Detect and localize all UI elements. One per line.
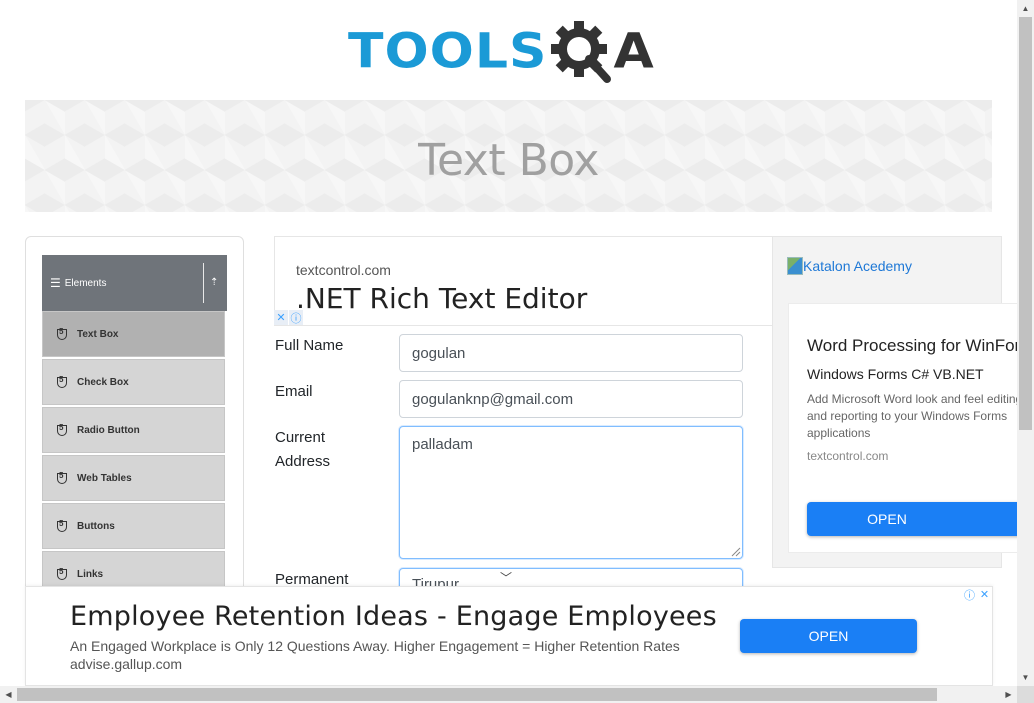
ad-card-open-button[interactable]: OPEN bbox=[807, 502, 1034, 536]
sidebar-item-check-box[interactable]: Check Box bbox=[42, 359, 225, 405]
html5-icon bbox=[57, 567, 67, 580]
vertical-scrollbar[interactable]: ▲ ▼ bbox=[1017, 0, 1034, 686]
sidebar-item-buttons[interactable]: Buttons bbox=[42, 503, 225, 549]
html5-icon bbox=[57, 375, 67, 388]
info-icon[interactable]: ⓘ bbox=[962, 587, 977, 602]
ad-card-desc-line: Add Microsoft Word look and feel editing bbox=[807, 392, 1023, 406]
ad-card-domain: textcontrol.com bbox=[807, 449, 889, 463]
divider bbox=[203, 263, 204, 303]
chevron-down-icon[interactable]: ﹀ bbox=[500, 569, 512, 586]
katalon-ad-link[interactable]: Katalon Acedemy bbox=[787, 257, 912, 275]
html5-icon bbox=[57, 423, 67, 436]
page-title: Text Box bbox=[418, 134, 599, 186]
sidebar-group-elements[interactable]: ☰ Elements ⇡ bbox=[42, 255, 227, 311]
info-icon[interactable]: ⓘ bbox=[289, 310, 304, 325]
ad-title[interactable]: .NET Rich Text Editor bbox=[296, 282, 587, 315]
ad-card-description: Add Microsoft Word look and feel editing… bbox=[807, 391, 1027, 442]
html5-icon bbox=[57, 327, 67, 340]
scrollbar-corner bbox=[1017, 686, 1034, 703]
scroll-up-icon[interactable]: ▲ bbox=[1017, 0, 1034, 17]
sidebar-item-radio-button[interactable]: Radio Button bbox=[42, 407, 225, 453]
collapse-up-icon[interactable]: ⇡ bbox=[210, 277, 218, 288]
ad-bottom-open-button[interactable]: OPEN bbox=[740, 619, 917, 653]
broken-image-icon bbox=[787, 257, 803, 275]
horizontal-scrollbar[interactable]: ◀ ▶ bbox=[0, 686, 1017, 703]
ad-bottom-description: An Engaged Workplace is Only 12 Question… bbox=[70, 638, 680, 654]
html5-icon bbox=[57, 471, 67, 484]
scroll-right-icon[interactable]: ▶ bbox=[1000, 686, 1017, 703]
scroll-left-icon[interactable]: ◀ bbox=[0, 686, 17, 703]
sidebar-item-label: Web Tables bbox=[77, 472, 132, 484]
ad-card-title[interactable]: Word Processing for WinForms bbox=[807, 336, 1034, 356]
sidebar-item-label: Check Box bbox=[77, 376, 129, 388]
ad-card-desc-line: applications bbox=[807, 426, 871, 440]
sidebar-item-label: Radio Button bbox=[77, 424, 140, 436]
broken-image-alt: Katalon Acedemy bbox=[803, 258, 912, 274]
sidebar-group-title: Elements bbox=[64, 277, 107, 289]
email-input[interactable] bbox=[399, 380, 743, 418]
sidebar-item-label: Links bbox=[77, 568, 104, 580]
sidebar-item-label: Text Box bbox=[77, 328, 119, 340]
ad-domain: textcontrol.com bbox=[296, 262, 391, 278]
logo-a-text: A bbox=[613, 24, 654, 80]
current-address-label-line1: Current bbox=[275, 429, 326, 446]
ad-bottom-domain: advise.gallup.com bbox=[70, 656, 183, 672]
full-name-label: Full Name bbox=[275, 337, 344, 354]
current-address-label: Current Address bbox=[275, 426, 330, 474]
ad-banner-top[interactable]: textcontrol.com .NET Rich Text Editor bbox=[274, 236, 774, 326]
resize-grip-icon[interactable] bbox=[729, 545, 741, 557]
ad-card-subtitle: Windows Forms C# VB.NET bbox=[807, 366, 984, 382]
full-name-input[interactable] bbox=[399, 334, 743, 372]
ad-controls: ✕ ⓘ bbox=[274, 310, 304, 325]
logo-text: TOOLS bbox=[348, 24, 548, 80]
html5-icon bbox=[57, 519, 67, 532]
gear-magnifier-icon bbox=[551, 21, 612, 83]
horizontal-scroll-thumb[interactable] bbox=[17, 688, 937, 701]
current-address-textarea[interactable]: palladam bbox=[399, 426, 743, 559]
page-banner: Text Box bbox=[25, 100, 992, 212]
toolsqa-logo[interactable]: TOOLS A bbox=[348, 14, 654, 90]
current-address-label-line2: Address bbox=[275, 453, 331, 470]
sidebar-item-web-tables[interactable]: Web Tables bbox=[42, 455, 225, 501]
ad-bottom-controls: ⓘ ✕ bbox=[962, 587, 992, 602]
ad-card-desc-line: and reporting to your Windows Forms bbox=[807, 409, 1008, 423]
sidebar-item-label: Buttons bbox=[77, 520, 115, 532]
close-icon[interactable]: ✕ bbox=[977, 587, 992, 602]
ad-card-right[interactable]: Word Processing for WinForms Windows For… bbox=[788, 303, 1034, 553]
email-label: Email bbox=[275, 383, 313, 400]
close-icon[interactable]: ✕ bbox=[274, 310, 289, 325]
vertical-scroll-thumb[interactable] bbox=[1019, 17, 1032, 430]
hamburger-icon: ☰ bbox=[50, 276, 61, 290]
sidebar-item-text-box[interactable]: Text Box bbox=[42, 311, 225, 357]
ad-bottom-title[interactable]: Employee Retention Ideas - Engage Employ… bbox=[70, 601, 717, 632]
ad-banner-bottom[interactable]: Employee Retention Ideas - Engage Employ… bbox=[25, 586, 993, 686]
scroll-down-icon[interactable]: ▼ bbox=[1017, 669, 1034, 686]
sidebar-menu: Text Box Check Box Radio Button Web Tabl… bbox=[42, 311, 225, 599]
